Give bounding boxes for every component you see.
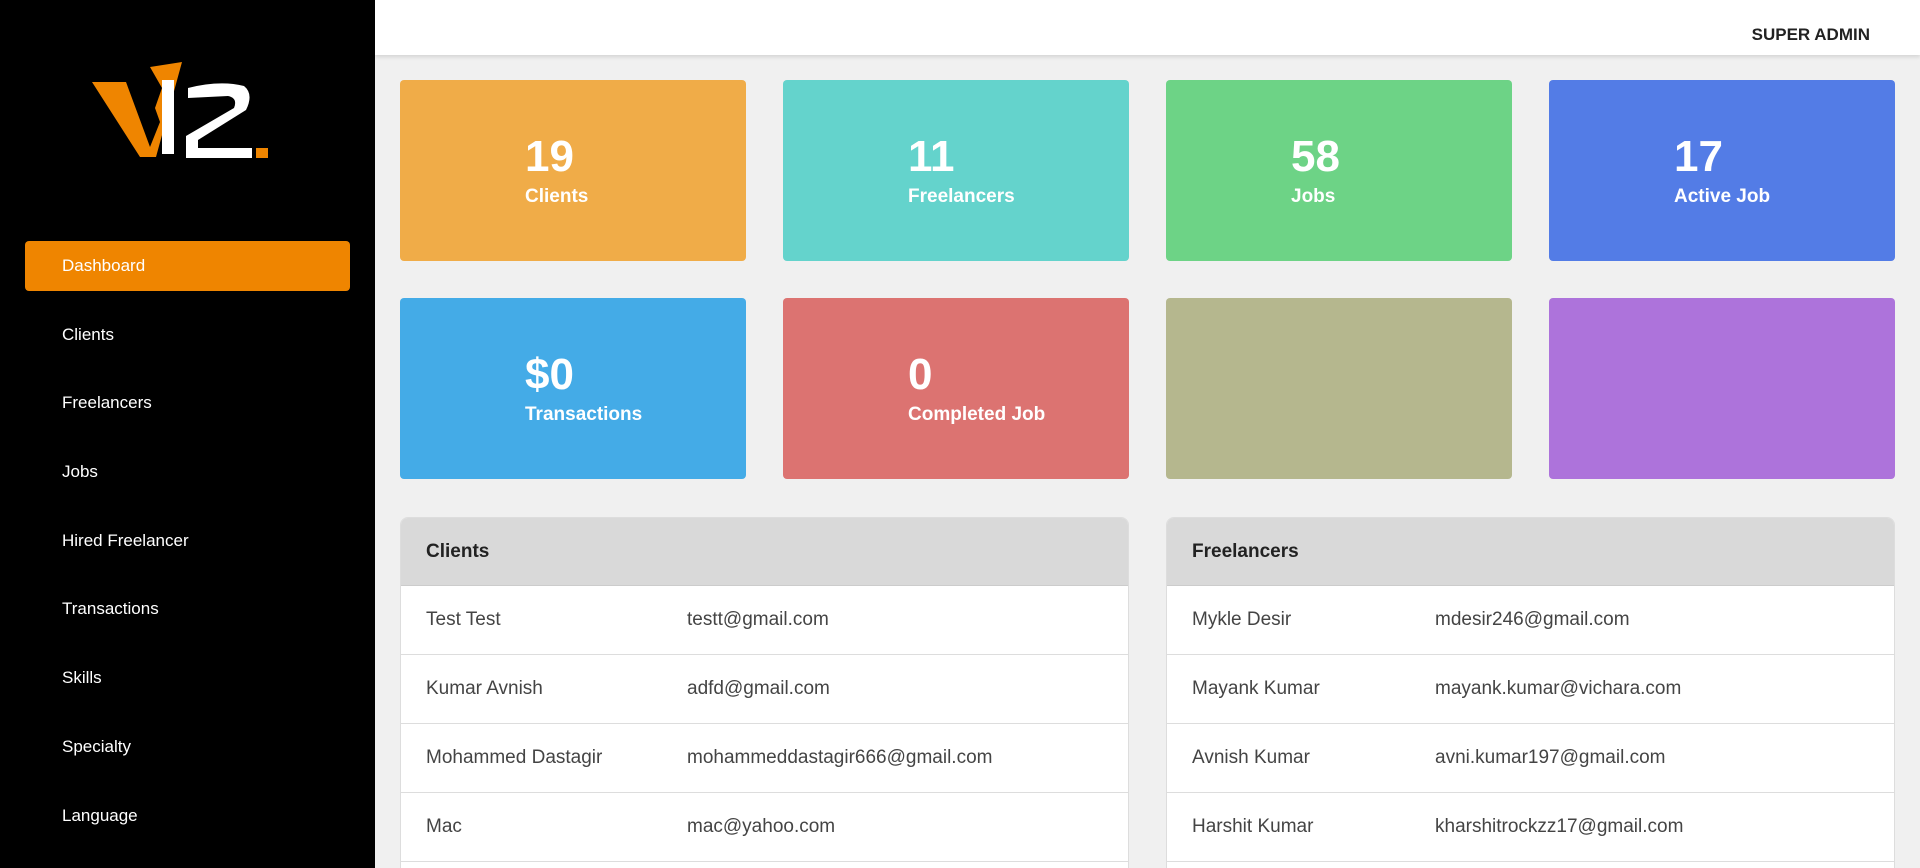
stat-value: 17 [1674,132,1723,181]
stat-card-freelancers[interactable]: 11 Freelancers [783,80,1129,261]
freelancer-name: Mykle Desir [1192,609,1292,630]
freelancer-name: Mayank Kumar [1192,678,1320,699]
table-row[interactable]: Mac mac@yahoo.com [401,793,1128,862]
stat-card-clients[interactable]: 19 Clients [400,80,746,261]
sidebar-item-label: Dashboard [62,256,146,275]
freelancer-name: Harshit Kumar [1192,816,1314,837]
sidebar-item-specialty[interactable]: Specialty [25,722,350,772]
freelancer-email: avni.kumar197@gmail.com [1435,747,1666,768]
top-bar: SUPER ADMIN [375,0,1920,55]
client-email: mac@yahoo.com [687,816,836,837]
freelancer-name: Avnish Kumar [1192,747,1310,768]
freelancer-email: mdesir246@gmail.com [1435,609,1630,630]
freelancer-email: mayank.kumar@vichara.com [1435,678,1682,699]
stat-value: $0 [525,350,574,399]
sidebar-item-dashboard[interactable]: Dashboard [25,241,350,291]
sidebar-item-freelancers[interactable]: Freelancers [25,378,350,428]
stat-value: 19 [525,132,574,181]
stat-card-jobs[interactable]: 58 Jobs [1166,80,1512,261]
stat-card-empty-olive[interactable] [1166,298,1512,479]
freelancers-panel: Freelancers Mykle Desir mdesir246@gmail.c… [1166,517,1895,868]
client-email: mohammeddastagir666@gmail.com [687,747,993,768]
stat-label: Transactions [525,404,643,425]
stat-label: Freelancers [908,186,1015,207]
v12-logo[interactable] [92,52,282,167]
sidebar-item-label: Transactions [62,599,159,619]
stat-label: Active Job [1674,186,1771,207]
clients-panel: Clients Test Test testt@gmail.com Kumar A… [400,517,1129,868]
client-name: Mac [426,816,462,837]
sidebar-item-label: Specialty [62,736,131,756]
stat-value: 58 [1291,132,1340,181]
table-row[interactable]: Mohammed Dastagir mohammeddastagir666@gma… [401,724,1128,793]
stat-label: Clients [525,186,589,207]
stat-value: 0 [908,350,933,399]
sidebar-item-label: Freelancers [62,393,152,413]
stat-card-completed-job[interactable]: 0 Completed Job [783,298,1129,479]
client-name: Kumar Avnish [426,678,543,699]
stat-label: Jobs [1291,186,1336,207]
table-row[interactable]: Kumar Avnish adfd@gmail.com [401,655,1128,724]
sidebar-nav: Dashboard Clients Freelancers Jobs Hired… [25,241,350,859]
freelancers-panel-title: Freelancers [1167,518,1894,586]
sidebar-item-label: Clients [62,324,114,344]
freelancer-email: kharshitrockzz17@gmail.com [1435,816,1684,837]
stat-label: Completed Job [908,404,1046,425]
clients-panel-title: Clients [401,518,1128,586]
sidebar-item-label: Hired Freelancer [62,530,189,550]
stat-card-empty-purple[interactable] [1549,298,1895,479]
table-row[interactable]: Avnish Kumar avni.kumar197@gmail.com [1167,724,1894,793]
table-row[interactable]: Mayank Kumar mayank.kumar@vichara.com [1167,655,1894,724]
sidebar-item-hired-freelancer[interactable]: Hired Freelancer [25,516,350,566]
client-email: testt@gmail.com [687,609,829,630]
admin-role-label[interactable]: SUPER ADMIN [1752,25,1870,45]
sidebar-item-transactions[interactable]: Transactions [25,584,350,634]
sidebar-item-label: Jobs [62,462,98,482]
table-row[interactable]: Harshit Kumar kharshitrockzz17@gmail.com [1167,793,1894,862]
client-name: Mohammed Dastagir [426,747,603,768]
table-row[interactable]: Test Test testt@gmail.com [401,586,1128,655]
sidebar-item-label: Skills [62,668,102,688]
sidebar-item-skills[interactable]: Skills [25,653,350,703]
stat-card-transactions[interactable]: $0 Transactions [400,298,746,479]
sidebar-item-label: Language [62,805,138,825]
sidebar: Dashboard Clients Freelancers Jobs Hired… [0,0,375,868]
stat-card-active-job[interactable]: 17 Active Job [1549,80,1895,261]
stat-value: 11 [908,132,955,181]
sidebar-item-language[interactable]: Language [25,791,350,841]
table-row[interactable]: Mykle Desir mdesir246@gmail.com [1167,586,1894,655]
client-name: Test Test [426,609,501,630]
client-email: adfd@gmail.com [687,678,830,699]
sidebar-item-jobs[interactable]: Jobs [25,447,350,497]
sidebar-item-clients[interactable]: Clients [25,310,350,360]
